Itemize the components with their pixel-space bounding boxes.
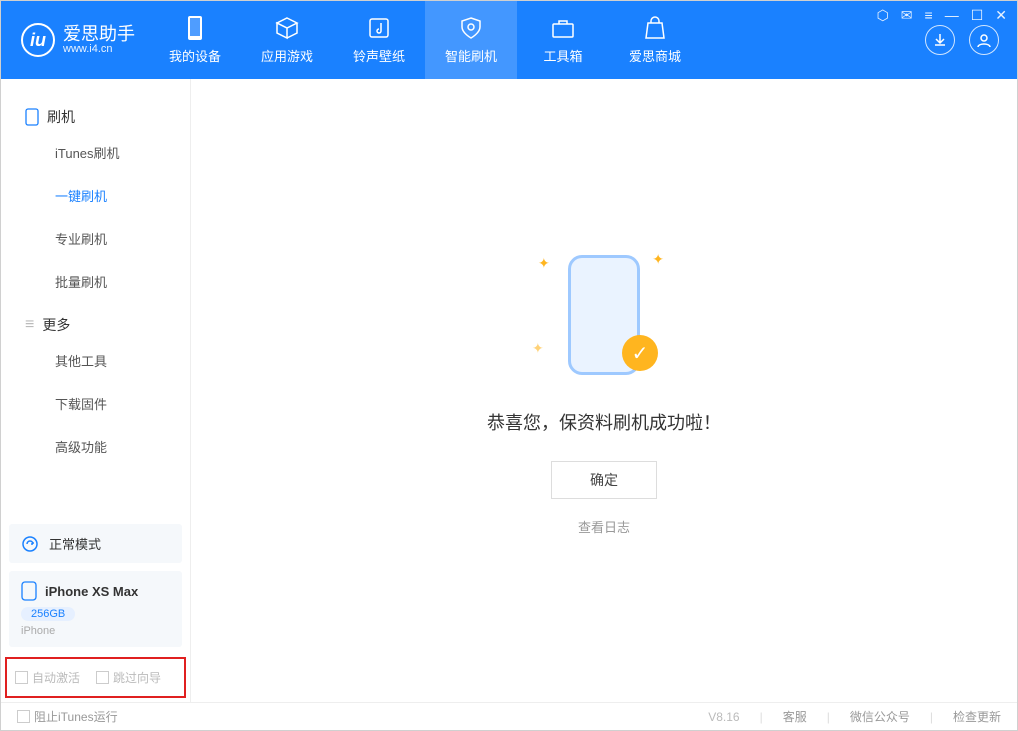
footer-link-support[interactable]: 客服 bbox=[783, 708, 807, 725]
nav-toolbox[interactable]: 工具箱 bbox=[517, 1, 609, 79]
shield-icon bbox=[459, 16, 483, 40]
success-illustration: ✦ ✦ ✦ ✓ bbox=[514, 245, 694, 385]
footer-link-wechat[interactable]: 微信公众号 bbox=[850, 708, 910, 725]
footer-link-update[interactable]: 检查更新 bbox=[953, 708, 1001, 725]
device-capacity: 256GB bbox=[21, 607, 75, 621]
header-actions bbox=[925, 25, 999, 55]
close-icon[interactable]: ✕ bbox=[995, 7, 1007, 24]
logo-icon: iu bbox=[21, 23, 55, 57]
list-icon: ≡ bbox=[25, 316, 34, 334]
status-label: 正常模式 bbox=[49, 534, 101, 553]
device-type: iPhone bbox=[21, 625, 170, 637]
nav-my-device[interactable]: 我的设备 bbox=[149, 1, 241, 79]
nav-ringtones[interactable]: 铃声壁纸 bbox=[333, 1, 425, 79]
nav-store[interactable]: 爱思商城 bbox=[609, 1, 701, 79]
sidebar-item-oneclick-flash[interactable]: 一键刷机 bbox=[1, 174, 190, 217]
sidebar-item-advanced[interactable]: 高级功能 bbox=[1, 425, 190, 468]
download-button[interactable] bbox=[925, 25, 955, 55]
nav-flash[interactable]: 智能刷机 bbox=[425, 1, 517, 79]
sparkle-icon: ✦ bbox=[538, 255, 550, 272]
feedback-icon[interactable]: ✉ bbox=[901, 7, 913, 24]
sidebar-group-flash: 刷机 bbox=[1, 95, 190, 131]
check-icon: ✓ bbox=[622, 335, 658, 371]
music-icon bbox=[367, 16, 391, 40]
top-nav: 我的设备 应用游戏 铃声壁纸 智能刷机 工具箱 爱思商城 bbox=[149, 1, 701, 79]
ok-button[interactable]: 确定 bbox=[551, 461, 657, 499]
menu-icon[interactable]: ≡ bbox=[925, 7, 933, 24]
sidebar-item-itunes-flash[interactable]: iTunes刷机 bbox=[1, 131, 190, 174]
device-icon bbox=[183, 16, 207, 40]
app-logo: iu 爱思助手 www.i4.cn bbox=[21, 23, 135, 57]
status-card: 正常模式 bbox=[9, 524, 182, 563]
checkbox-block-itunes[interactable]: 阻止iTunes运行 bbox=[17, 708, 118, 725]
sparkle-icon: ✦ bbox=[652, 251, 664, 268]
checkbox-skip-guide[interactable]: 跳过向导 bbox=[96, 669, 161, 686]
app-url: www.i4.cn bbox=[63, 43, 135, 55]
sparkle-icon: ✦ bbox=[532, 340, 544, 357]
device-name: iPhone XS Max bbox=[45, 584, 138, 599]
phone-icon bbox=[25, 108, 39, 126]
sidebar-group-more: ≡更多 bbox=[1, 303, 190, 339]
device-icon bbox=[21, 581, 37, 601]
sidebar: 刷机 iTunes刷机 一键刷机 专业刷机 批量刷机 ≡更多 其他工具 下载固件… bbox=[1, 79, 191, 702]
view-logs-link[interactable]: 查看日志 bbox=[578, 517, 630, 536]
device-card[interactable]: iPhone XS Max 256GB iPhone bbox=[9, 571, 182, 647]
main-content: ✦ ✦ ✦ ✓ 恭喜您，保资料刷机成功啦！ 确定 查看日志 bbox=[191, 79, 1017, 702]
skin-icon[interactable]: ⬡ bbox=[877, 7, 889, 24]
bag-icon bbox=[643, 16, 667, 40]
options-highlight-box: 自动激活 跳过向导 bbox=[5, 657, 186, 698]
nav-apps[interactable]: 应用游戏 bbox=[241, 1, 333, 79]
cube-icon bbox=[275, 16, 299, 40]
app-title: 爱思助手 bbox=[63, 25, 135, 43]
success-message: 恭喜您，保资料刷机成功啦！ bbox=[487, 409, 721, 435]
checkbox-auto-activate[interactable]: 自动激活 bbox=[15, 669, 80, 686]
minimize-icon[interactable]: — bbox=[945, 7, 959, 24]
sidebar-item-batch-flash[interactable]: 批量刷机 bbox=[1, 260, 190, 303]
footer: 阻止iTunes运行 V8.16 | 客服 | 微信公众号 | 检查更新 bbox=[1, 702, 1017, 730]
refresh-icon bbox=[21, 535, 39, 553]
sidebar-item-pro-flash[interactable]: 专业刷机 bbox=[1, 217, 190, 260]
sidebar-item-download-firmware[interactable]: 下载固件 bbox=[1, 382, 190, 425]
toolbox-icon bbox=[551, 16, 575, 40]
maximize-icon[interactable]: ☐ bbox=[971, 7, 984, 24]
user-button[interactable] bbox=[969, 25, 999, 55]
sidebar-item-other-tools[interactable]: 其他工具 bbox=[1, 339, 190, 382]
app-header: iu 爱思助手 www.i4.cn 我的设备 应用游戏 铃声壁纸 智能刷机 工具… bbox=[1, 1, 1017, 79]
version-label: V8.16 bbox=[708, 710, 739, 724]
window-controls: ⬡ ✉ ≡ — ☐ ✕ bbox=[877, 7, 1007, 24]
